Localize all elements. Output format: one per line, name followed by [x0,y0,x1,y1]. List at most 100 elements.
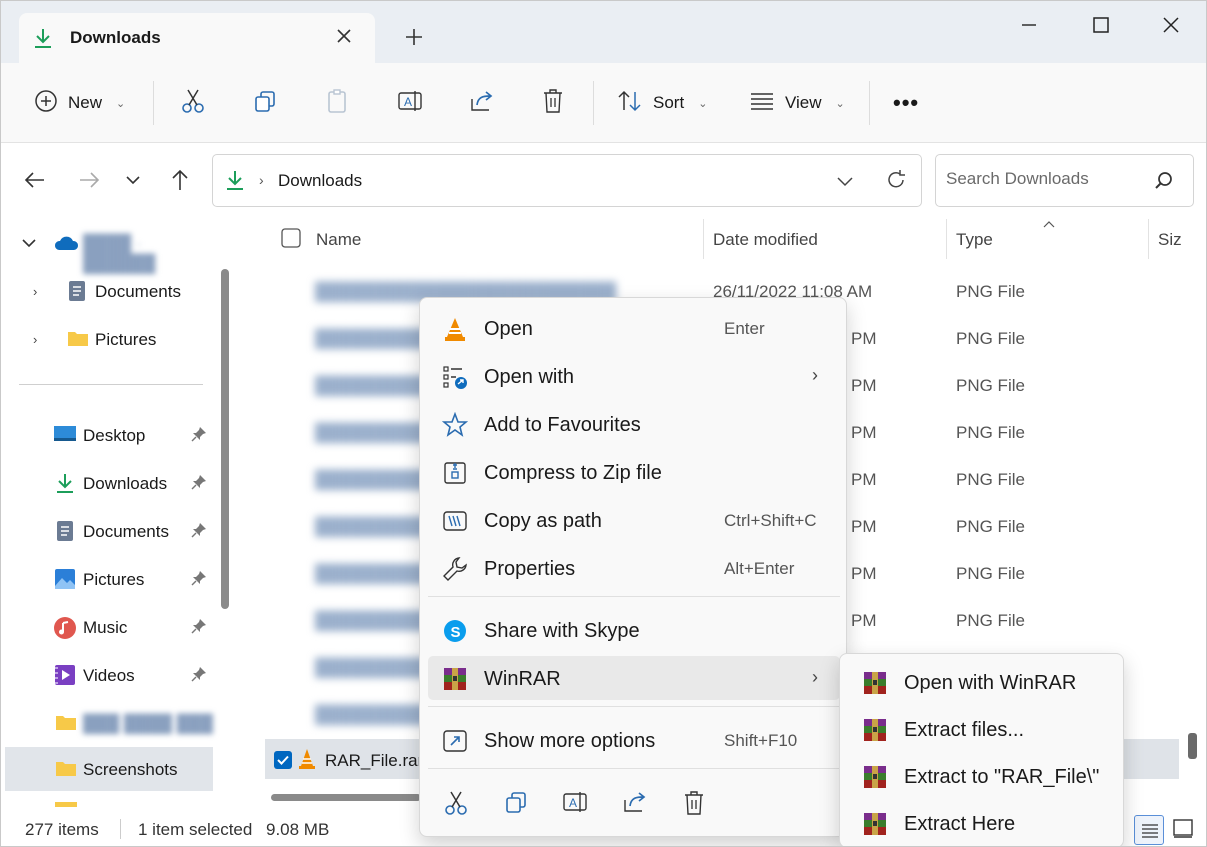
more-options-button[interactable]: ••• [893,63,919,143]
svg-text:A: A [569,796,577,810]
up-arrow-icon[interactable] [168,168,192,197]
pin-icon[interactable] [191,570,207,591]
pictures-icon [54,568,76,589]
sidebar-item-music[interactable]: Music [1,605,213,649]
view-button[interactable]: View ⌄ [749,63,845,143]
cut-button[interactable] [181,63,205,143]
chevron-down-icon: ⌄ [835,97,845,110]
menu-item-add-to-favourites[interactable]: Add to Favourites [428,402,840,446]
trash-icon[interactable] [682,790,706,821]
maximize-icon[interactable] [1089,13,1113,37]
menu-item-winrar[interactable]: WinRAR › [428,656,840,700]
file-date: PM [851,470,877,489]
folder-icon [67,329,89,349]
pin-icon[interactable] [191,474,207,495]
sidebar-item-documents[interactable]: Documents [1,509,213,553]
file-date: PM [851,329,877,348]
sort-button[interactable]: Sort ⌄ [617,63,707,143]
menu-item-open[interactable]: Open Enter [428,306,840,350]
file-type: PNG File [956,564,1025,583]
address-bar[interactable]: › Downloads [212,154,922,207]
file-type: PNG File [956,282,1025,301]
select-all-checkbox[interactable] [281,228,301,253]
paste-button[interactable] [325,63,349,143]
sidebar-item-pictures[interactable]: Pictures [1,557,213,601]
delete-button[interactable] [541,63,565,143]
back-arrow-icon[interactable] [23,168,47,197]
star-icon [441,411,469,438]
sidebar-item-label: Videos [83,666,135,685]
menu-item-compress-zip[interactable]: Compress to Zip file [428,450,840,494]
menu-item-open-with[interactable]: Open with › [428,354,840,398]
folder-icon [55,759,77,779]
details-view-toggle[interactable] [1134,815,1164,845]
share-icon[interactable] [622,790,648,819]
divider [153,81,154,125]
chevron-down-icon[interactable] [835,169,855,198]
copy-button[interactable] [253,63,277,143]
refresh-icon[interactable] [885,169,907,196]
rename-icon[interactable]: A [562,790,588,819]
winrar-icon [862,764,888,795]
tiles-view-icon[interactable] [1173,819,1193,844]
search-input[interactable] [946,169,1146,189]
new-tab-icon[interactable] [403,26,425,53]
menu-item-label: Show more options [484,730,656,752]
chevron-down-icon: ⌄ [698,97,708,110]
menu-item-copy-as-path[interactable]: Copy as path Ctrl+Shift+C [428,498,840,542]
recent-chevron-down-icon[interactable] [123,168,143,197]
copy-icon[interactable] [504,790,528,819]
pin-icon[interactable] [191,522,207,543]
new-label: New [68,93,103,112]
pin-icon[interactable] [191,618,207,639]
pin-icon[interactable] [191,666,207,687]
sidebar-scrollbar[interactable] [221,269,229,609]
sidebar-item-label: Documents [95,282,181,301]
tab-downloads[interactable]: Downloads [19,13,375,63]
sidebar-item-desktop[interactable]: Desktop [1,413,213,457]
zip-folder-icon [442,460,468,486]
pin-icon[interactable] [191,426,207,447]
breadcrumb-downloads[interactable]: Downloads [278,171,362,191]
winrar-icon [862,811,888,842]
sidebar-item-screenshots[interactable]: Screenshots [5,747,213,791]
menu-divider [428,706,840,707]
share-button[interactable] [469,63,495,143]
chevron-right-icon: › [33,331,38,347]
submenu-item-label: Open with WinRAR [904,672,1077,694]
submenu-item-extract-to-folder[interactable]: Extract to "RAR_File\" [848,754,1116,798]
submenu-item-open-with-winrar[interactable]: Open with WinRAR [848,660,1116,704]
sidebar-item-downloads[interactable]: Downloads [1,461,213,505]
search-box[interactable] [935,154,1194,207]
menu-item-share-with-skype[interactable]: S Share with Skype [428,608,840,652]
sidebar-item-blurred-folder[interactable]: ███ ████ ███ [1,701,213,745]
minimize-icon[interactable] [1017,13,1041,37]
submenu-item-extract-here[interactable]: Extract Here [848,801,1116,845]
videos-icon [54,664,76,685]
close-window-icon[interactable] [1159,13,1183,37]
sidebar-item-onedrive[interactable]: ████ · ██████ [1,221,213,273]
horizontal-scrollbar[interactable] [271,794,421,801]
rename-button[interactable]: A [397,63,423,143]
menu-item-label: Open with [484,366,575,388]
submenu-item-extract-files[interactable]: Extract files... [848,707,1116,751]
sidebar-item-documents-cloud[interactable]: › Documents [1,269,213,313]
new-button[interactable]: New ⌄ [34,63,125,143]
sidebar-item-videos[interactable]: Videos [1,653,213,697]
submenu-item-label: Extract Here [904,813,1016,835]
column-divider [946,219,947,259]
document-icon [67,280,89,301]
file-date: PM [851,517,877,536]
sidebar-item-pictures-cloud[interactable]: › Pictures [1,317,213,361]
file-list-scrollbar[interactable] [1188,733,1197,759]
chevron-right-icon: › [33,283,38,299]
search-icon[interactable] [1154,171,1174,196]
checked-checkbox[interactable] [273,750,293,775]
column-divider [1148,219,1149,259]
forward-arrow-icon[interactable] [77,168,101,197]
menu-item-show-more-options[interactable]: Show more options Shift+F10 [428,718,840,762]
close-tab-icon[interactable] [335,27,353,50]
cut-icon[interactable] [444,790,468,821]
menu-item-properties[interactable]: Properties Alt+Enter [428,546,840,590]
status-divider [120,819,121,839]
